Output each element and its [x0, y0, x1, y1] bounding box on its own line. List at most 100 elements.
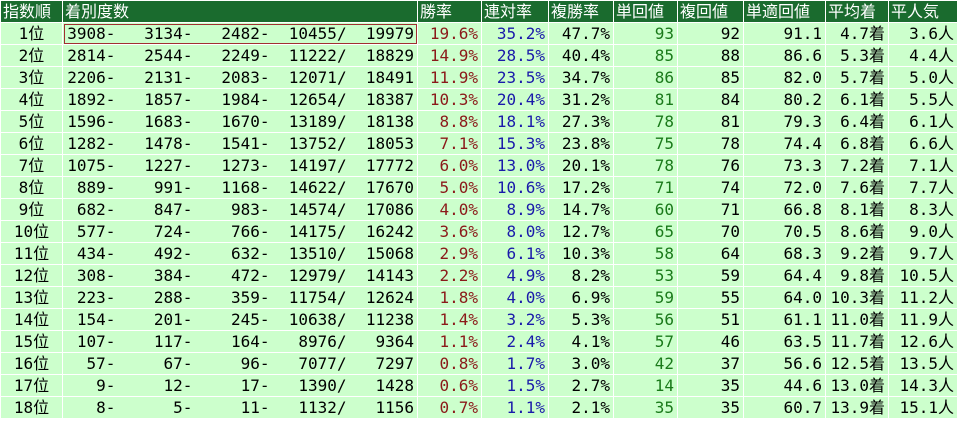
cell-average-finish: 7.2着	[825, 154, 889, 177]
cell-win-rate: 1.8%	[417, 286, 482, 309]
cell-win-return: 78	[613, 154, 678, 177]
cell-average-finish: 13.0着	[825, 374, 889, 397]
table-row: 5位 1596- 1683- 1670- 13189/ 18138 8.8% 18.1…	[0, 110, 957, 133]
cell-average-popularity: 15.1人	[888, 396, 957, 419]
header-rank: 指数順	[0, 0, 63, 23]
cell-top3-rate: 2.7%	[548, 374, 614, 397]
cell-adjusted-win-return: 64.0	[743, 286, 826, 309]
header-row: 指数順 着別度数 勝率 連対率 複勝率 単回値 複回値 単適回値 平均着 平人気	[0, 0, 957, 23]
cell-average-popularity: 13.5人	[888, 352, 957, 375]
header-adjusted-win-return: 単適回値	[743, 0, 826, 23]
cell-top3-rate: 20.1%	[548, 154, 614, 177]
cell-rank: 7位	[0, 154, 63, 177]
cell-rank: 8位	[0, 176, 63, 199]
cell-distribution: 1892- 1857- 1984- 12654/ 18387	[62, 88, 418, 111]
header-top2-rate: 連対率	[481, 0, 549, 23]
cell-place-return: 59	[677, 264, 744, 287]
cell-top3-rate: 8.2%	[548, 264, 614, 287]
cell-rank: 10位	[0, 220, 63, 243]
cell-win-return: 58	[613, 242, 678, 265]
cell-place-return: 88	[677, 44, 744, 67]
cell-distribution: 577- 724- 766- 14175/ 16242	[62, 220, 418, 243]
cell-average-popularity: 7.7人	[888, 176, 957, 199]
cell-adjusted-win-return: 64.4	[743, 264, 826, 287]
cell-place-return: 71	[677, 198, 744, 221]
table-row: 6位 1282- 1478- 1541- 13752/ 18053 7.1% 15.3…	[0, 132, 957, 155]
cell-place-return: 78	[677, 132, 744, 155]
header-average-popularity: 平人気	[888, 0, 957, 23]
cell-rank: 14位	[0, 308, 63, 331]
cell-distribution: 2814- 2544- 2249- 11222/ 18829	[62, 44, 418, 67]
table-row: 7位 1075- 1227- 1273- 14197/ 17772 6.0% 13.0…	[0, 154, 957, 177]
table-row: 14位 154- 201- 245- 10638/ 11238 1.4% 3.2% 5.…	[0, 308, 957, 331]
cell-win-return: 35	[613, 396, 678, 419]
cell-top3-rate: 5.3%	[548, 308, 614, 331]
cell-rank: 16位	[0, 352, 63, 375]
cell-rank: 6位	[0, 132, 63, 155]
cell-rank: 17位	[0, 374, 63, 397]
cell-win-return: 57	[613, 330, 678, 353]
cell-top2-rate: 15.3%	[481, 132, 549, 155]
cell-win-return: 65	[613, 220, 678, 243]
cell-win-rate: 3.6%	[417, 220, 482, 243]
cell-average-popularity: 9.7人	[888, 242, 957, 265]
cell-adjusted-win-return: 60.7	[743, 396, 826, 419]
cell-win-rate: 4.0%	[417, 198, 482, 221]
table-row: 11位 434- 492- 632- 13510/ 15068 2.9% 6.1% 10…	[0, 242, 957, 265]
table-row: 4位 1892- 1857- 1984- 12654/ 18387 10.3% 20.…	[0, 88, 957, 111]
table-row: 3位 2206- 2131- 2083- 12071/ 18491 11.9% 23.…	[0, 66, 957, 89]
cell-win-rate: 8.8%	[417, 110, 482, 133]
cell-distribution: 434- 492- 632- 13510/ 15068	[62, 242, 418, 265]
cell-place-return: 84	[677, 88, 744, 111]
cell-rank: 9位	[0, 198, 63, 221]
cell-place-return: 35	[677, 374, 744, 397]
header-top3-rate: 複勝率	[548, 0, 614, 23]
cell-distribution: 107- 117- 164- 8976/ 9364	[62, 330, 418, 353]
cell-top3-rate: 3.0%	[548, 352, 614, 375]
table-row: 16位 57- 67- 96- 7077/ 7297 0.8% 1.7% 3.0% 42 3…	[0, 352, 957, 375]
cell-top2-rate: 3.2%	[481, 308, 549, 331]
cell-distribution: 2206- 2131- 2083- 12071/ 18491	[62, 66, 418, 89]
cell-win-rate: 1.4%	[417, 308, 482, 331]
cell-top2-rate: 6.1%	[481, 242, 549, 265]
cell-average-finish: 9.2着	[825, 242, 889, 265]
cell-top2-rate: 4.9%	[481, 264, 549, 287]
table-row: 1位 3908- 3134- 2482- 10455/ 19979 19.6% 35.…	[0, 22, 957, 45]
cell-top2-rate: 2.4%	[481, 330, 549, 353]
cell-place-return: 35	[677, 396, 744, 419]
cell-distribution: 1075- 1227- 1273- 14197/ 17772	[62, 154, 418, 177]
table-row: 13位 223- 288- 359- 11754/ 12624 1.8% 4.0% 6.…	[0, 286, 957, 309]
cell-average-finish: 9.8着	[825, 264, 889, 287]
cell-average-finish: 11.7着	[825, 330, 889, 353]
cell-top3-rate: 14.7%	[548, 198, 614, 221]
table-row: 8位 889- 991- 1168- 14622/ 17670 5.0% 10.6% 1…	[0, 176, 957, 199]
cell-average-popularity: 10.5人	[888, 264, 957, 287]
cell-top2-rate: 1.5%	[481, 374, 549, 397]
cell-average-popularity: 6.6人	[888, 132, 957, 155]
cell-win-return: 86	[613, 66, 678, 89]
cell-average-popularity: 12.6人	[888, 330, 957, 353]
cell-win-rate: 19.6%	[417, 22, 482, 45]
table-row: 15位 107- 117- 164- 8976/ 9364 1.1% 2.4% 4.1%…	[0, 330, 957, 353]
header-distribution: 着別度数	[62, 0, 418, 23]
cell-win-rate: 14.9%	[417, 44, 482, 67]
stats-table: 指数順 着別度数 勝率 連対率 複勝率 単回値 複回値 単適回値 平均着 平人気…	[0, 0, 957, 419]
cell-win-return: 42	[613, 352, 678, 375]
cell-adjusted-win-return: 86.6	[743, 44, 826, 67]
cell-place-return: 64	[677, 242, 744, 265]
cell-win-rate: 0.6%	[417, 374, 482, 397]
cell-average-popularity: 8.3人	[888, 198, 957, 221]
cell-win-return: 14	[613, 374, 678, 397]
cell-rank: 5位	[0, 110, 63, 133]
cell-win-rate: 11.9%	[417, 66, 482, 89]
cell-top2-rate: 8.9%	[481, 198, 549, 221]
cell-distribution: 3908- 3134- 2482- 10455/ 19979	[62, 22, 418, 45]
cell-top3-rate: 2.1%	[548, 396, 614, 419]
cell-adjusted-win-return: 80.2	[743, 88, 826, 111]
cell-average-popularity: 5.0人	[888, 66, 957, 89]
cell-win-return: 53	[613, 264, 678, 287]
cell-place-return: 92	[677, 22, 744, 45]
cell-average-popularity: 3.6人	[888, 22, 957, 45]
table-row: 18位 8- 5- 11- 1132/ 1156 0.7% 1.1% 2.1% 35 35 6…	[0, 396, 957, 419]
table-row: 10位 577- 724- 766- 14175/ 16242 3.6% 8.0% 12…	[0, 220, 957, 243]
